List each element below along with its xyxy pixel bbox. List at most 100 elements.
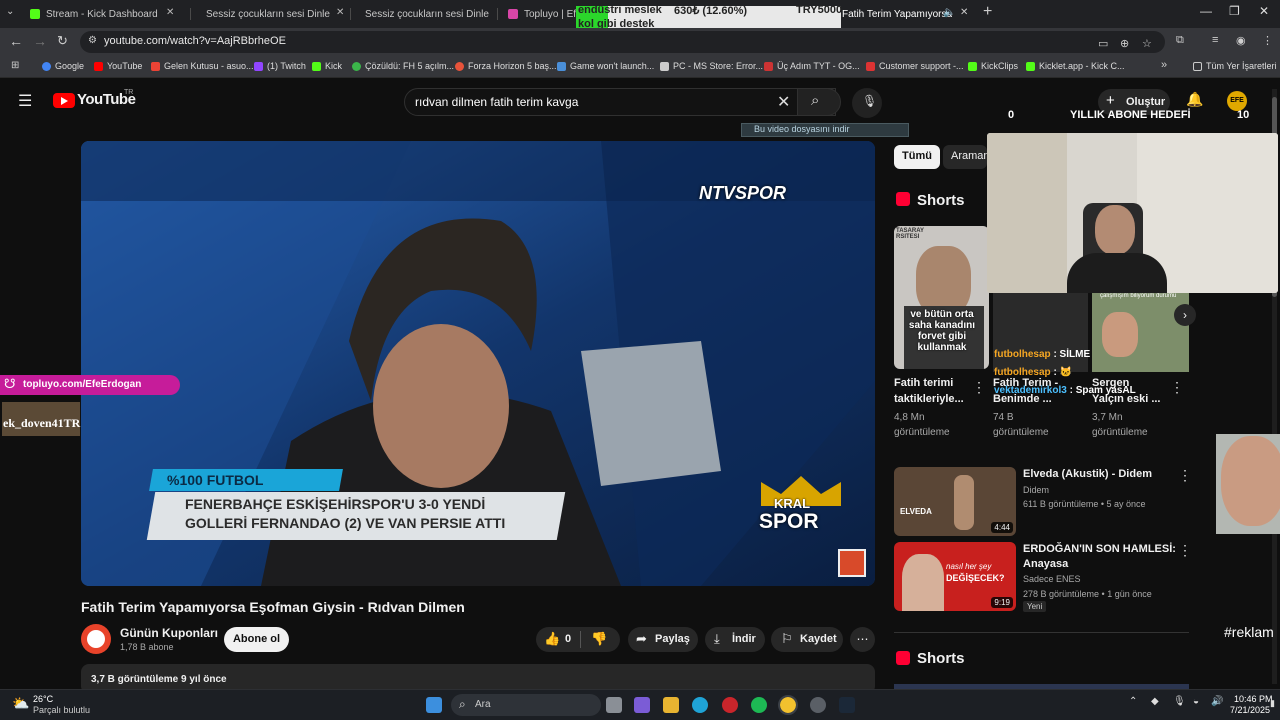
notification-icon[interactable]: ▮	[1270, 698, 1275, 709]
file-explorer-icon[interactable]	[663, 697, 679, 713]
bookmark-item[interactable]: KickClips	[968, 61, 1018, 71]
all-bookmarks[interactable]: Tüm Yer İşaretleri	[1193, 61, 1277, 71]
more-options-icon[interactable]: ⋮	[1178, 542, 1192, 559]
tab-divider	[350, 8, 351, 20]
reload-icon[interactable]: ↻	[57, 33, 68, 49]
video-title[interactable]: ERDOĞAN'IN SON HAMLESİ:	[1023, 542, 1176, 557]
volume-icon[interactable]: 🔊	[1211, 696, 1223, 707]
youtube-logo-icon[interactable]	[53, 93, 75, 108]
tray-chevron-icon[interactable]: ⌃	[1129, 696, 1137, 707]
video-thumbnail[interactable]: nasıl her şey DEĞİŞECEK? 9:19	[894, 542, 1016, 611]
download-notice[interactable]: Bu video dosyasını indir	[741, 123, 909, 137]
start-icon[interactable]	[426, 697, 442, 713]
download-button[interactable]: ⤓ İndir	[705, 627, 765, 652]
description-box[interactable]: 3,7 B görüntüleme 9 yıl önce	[81, 664, 875, 689]
hamburger-menu-icon[interactable]: ☰	[18, 91, 32, 111]
tab-youtube-active[interactable]: Fatih Terim Yapamıyorsa Eş	[842, 3, 952, 25]
task-view-icon[interactable]	[606, 697, 622, 713]
tab-search-icon[interactable]: ⌄	[6, 6, 14, 17]
profile-icon[interactable]: ◉	[1236, 34, 1246, 47]
forward-icon[interactable]: →	[33, 33, 47, 49]
copilot-icon[interactable]	[634, 697, 650, 713]
tab-topluyo[interactable]: Topluyo | EfeE	[508, 3, 578, 25]
video-channel[interactable]: Didem	[1023, 483, 1049, 497]
restore-icon[interactable]: ❐	[1229, 4, 1240, 18]
cast-icon[interactable]: ▭	[1098, 37, 1108, 50]
bookmark-item[interactable]: Forza Horizon 5 baş...	[455, 61, 557, 71]
thumbs-down-icon[interactable]: 👎	[591, 631, 607, 647]
video-channel[interactable]: Sadece ENES	[1023, 572, 1081, 586]
chip-all[interactable]: Tümü	[894, 145, 940, 169]
clock-time[interactable]: 10:46 PM	[1234, 694, 1273, 704]
new-tab-icon[interactable]: +	[983, 3, 992, 21]
window-close-icon[interactable]: ✕	[1259, 4, 1269, 18]
tab-search-list-icon[interactable]: ≡	[1212, 34, 1218, 46]
taskbar-search[interactable]: ⌕ Ara	[451, 694, 601, 716]
video-thumbnail[interactable]: ELVEDA 4:44	[894, 467, 1016, 536]
steam-icon[interactable]	[839, 697, 855, 713]
minimize-icon[interactable]: —	[1200, 4, 1212, 18]
spotify-icon[interactable]	[751, 697, 767, 713]
zoom-icon[interactable]: ⊕	[1120, 37, 1129, 50]
chip-search[interactable]: Araman	[943, 145, 987, 169]
more-options-icon[interactable]: ⋮	[1178, 467, 1192, 484]
bookmark-label: Customer support -...	[879, 61, 964, 71]
subscribe-button[interactable]: Abone ol	[224, 627, 289, 652]
network-icon[interactable]: ◒	[1193, 696, 1199, 707]
search-input[interactable]: rıdvan dilmen fatih terim kavga	[415, 95, 578, 109]
close-icon[interactable]: ✕	[166, 7, 174, 18]
video-title-2[interactable]: Anayasa	[1023, 557, 1068, 572]
video-player[interactable]: NTVSPOR %100 FUTBOL FENERBAHÇE ESKİŞEHİR…	[81, 141, 875, 586]
video-title[interactable]: Elveda (Akustik) - Didem	[1023, 467, 1152, 482]
bookmark-item[interactable]: Kick	[312, 61, 342, 71]
edge-icon[interactable]	[692, 697, 708, 713]
bookmark-item[interactable]: PC - MS Store: Error...	[660, 61, 763, 71]
obs-icon[interactable]	[810, 697, 826, 713]
bookmark-star-icon[interactable]: ☆	[1142, 37, 1152, 50]
save-button[interactable]: ⚐ Kaydet	[771, 627, 843, 652]
bookmark-item[interactable]: YouTube	[94, 61, 142, 71]
apps-grid-icon[interactable]: ⊞	[11, 60, 19, 71]
bookmark-item[interactable]: Çözüldü: FH 5 açılm...	[352, 61, 454, 71]
channel-avatar[interactable]	[81, 624, 111, 654]
short-title[interactable]: Fatih terimi	[894, 376, 953, 391]
site-info-icon[interactable]: ⚙	[88, 35, 97, 46]
tab-sessiz-1[interactable]: Sessiz çocukların sesi Dinle ve İ	[206, 3, 331, 25]
menu-icon[interactable]: ⋮	[1262, 34, 1273, 47]
clear-search-icon[interactable]: ✕	[777, 92, 790, 112]
notifications-bell-icon[interactable]: 🔔	[1186, 91, 1203, 108]
clock-date[interactable]: 7/21/2025	[1230, 705, 1270, 715]
bookmark-item[interactable]: (1) Twitch	[254, 61, 306, 71]
bookmark-item[interactable]: Kicklet.app - Kick C...	[1026, 61, 1125, 71]
bookmark-item[interactable]: Game won't launch...	[557, 61, 654, 71]
opera-icon[interactable]	[722, 697, 738, 713]
short-title-2[interactable]: taktikleriyle...	[894, 392, 964, 407]
back-icon[interactable]: ←	[9, 33, 23, 49]
short-thumbnail[interactable]: TASARAY RSITESI ve bütün orta saha kanad…	[894, 226, 989, 369]
thumbs-up-icon[interactable]: 👍	[544, 631, 560, 647]
speaker-icon[interactable]: 🔈	[943, 7, 955, 18]
more-bookmarks-icon[interactable]: »	[1161, 59, 1167, 71]
bookmark-item[interactable]: Customer support -...	[866, 61, 964, 71]
search-box[interactable]: rıdvan dilmen fatih terim kavga ✕	[404, 88, 836, 116]
mic-tray-icon[interactable]: 🎙	[1173, 696, 1186, 707]
share-button[interactable]: ➦ Paylaş	[628, 627, 698, 652]
chrome-icon[interactable]	[778, 695, 798, 715]
tab-sessiz-2[interactable]: Sessiz çocukların sesi Dinle ve İ	[365, 3, 490, 25]
close-icon[interactable]: ✕	[960, 7, 968, 18]
close-icon[interactable]: ✕	[336, 7, 344, 18]
next-shorts-button[interactable]: ›	[1174, 304, 1196, 326]
tray-app-icon[interactable]: ◆	[1151, 696, 1159, 707]
channel-name[interactable]: Günün Kuponları	[120, 626, 218, 640]
bookmark-item[interactable]: Gelen Kutusu - asuo...	[151, 61, 254, 71]
bookmark-item[interactable]: Google	[42, 61, 84, 71]
more-options-icon[interactable]: ⋮	[972, 379, 986, 396]
search-button[interactable]: ⌕	[797, 88, 841, 116]
bookmark-item[interactable]: Üç Adım TYT - OG...	[764, 61, 860, 71]
more-actions-button[interactable]: ⋯	[850, 627, 875, 652]
weather-icon[interactable]: ⛅	[12, 695, 29, 712]
extensions-icon[interactable]: ⧉	[1176, 34, 1184, 47]
voice-search-button[interactable]: 🎙	[852, 88, 882, 118]
tab-kick-dashboard[interactable]: Stream - Kick Dashboard	[30, 3, 180, 25]
address-bar[interactable]: ⚙ youtube.com/watch?v=AajRBbrheOE ▭ ⊕ ☆	[80, 31, 1165, 53]
